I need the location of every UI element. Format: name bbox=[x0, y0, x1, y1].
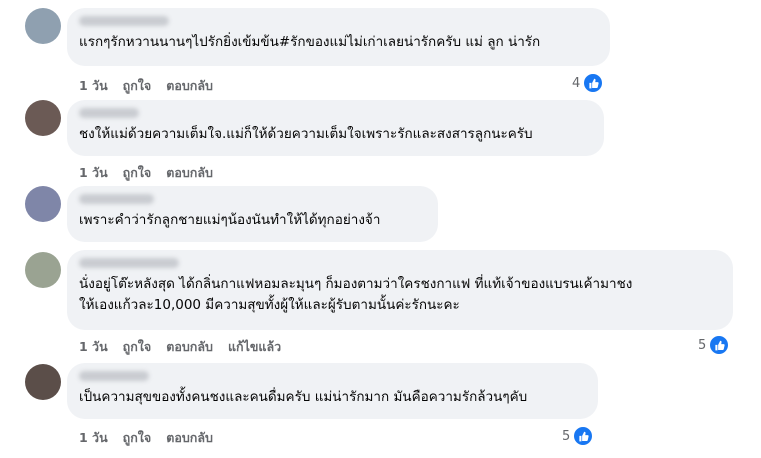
timestamp-link[interactable]: 1 วัน bbox=[79, 428, 108, 448]
avatar[interactable] bbox=[25, 100, 61, 136]
avatar[interactable] bbox=[25, 364, 61, 400]
edited-label: แก้ไขแล้ว bbox=[227, 339, 282, 354]
like-reaction-icon bbox=[582, 72, 605, 94]
author-name-blurred[interactable] bbox=[79, 371, 149, 381]
author-name-blurred[interactable] bbox=[79, 258, 179, 268]
like-link[interactable]: ถูกใจ bbox=[123, 337, 152, 357]
like-link[interactable]: ถูกใจ bbox=[123, 76, 152, 96]
comment-bubble: แรกๆรักหวานนานๆไปรักยิ่งเข้มข้น#รักของแม… bbox=[67, 8, 610, 66]
like-reaction-icon bbox=[708, 334, 731, 356]
timestamp-link[interactable]: 1 วัน bbox=[79, 76, 108, 96]
reaction-count: 5 bbox=[562, 428, 571, 444]
comment-bubble: ชงให้แม่ด้วยความเต็มใจ.แม่ก็ให้ด้วยความเ… bbox=[67, 100, 604, 156]
comment-actions: 1 วัน ถูกใจ ตอบกลับ bbox=[79, 76, 228, 96]
reaction-count: 4 bbox=[572, 75, 581, 91]
reaction-summary[interactable]: 5 bbox=[698, 334, 731, 356]
comment-text: เป็นความสุขของทั้งคนชงและคนดื่มครับ แม่น… bbox=[79, 389, 528, 405]
comment-bubble: นั่งอยู่โต๊ะหลังสุด ได้กลิ่นกาแฟหอมละมุน… bbox=[67, 250, 733, 330]
comment-text: แรกๆรักหวานนานๆไปรักยิ่งเข้มข้น#รักของแม… bbox=[79, 34, 541, 50]
reaction-summary[interactable]: 5 bbox=[562, 425, 595, 447]
timestamp-link[interactable]: 1 วัน bbox=[79, 163, 108, 183]
avatar[interactable] bbox=[25, 186, 61, 222]
comment-actions: 1 วัน ถูกใจ ตอบกลับ bbox=[79, 163, 228, 183]
comment-bubble: เป็นความสุขของทั้งคนชงและคนดื่มครับ แม่น… bbox=[67, 363, 598, 419]
author-name-blurred[interactable] bbox=[79, 108, 139, 118]
author-name-blurred[interactable] bbox=[79, 16, 169, 26]
comment-bubble: เพราะคำว่ารักลูกชายแม่ๆน้องนันทำให้ได้ทุ… bbox=[67, 186, 438, 242]
like-link[interactable]: ถูกใจ bbox=[123, 163, 152, 183]
comment-actions: 1 วัน ถูกใจ ตอบกลับ แก้ไขแล้ว bbox=[79, 337, 296, 357]
reply-link[interactable]: ตอบกลับ bbox=[166, 337, 213, 357]
comment-actions: 1 วัน ถูกใจ ตอบกลับ bbox=[79, 428, 228, 448]
avatar[interactable] bbox=[25, 252, 61, 288]
reply-link[interactable]: ตอบกลับ bbox=[166, 428, 213, 448]
like-reaction-icon bbox=[572, 425, 595, 447]
avatar[interactable] bbox=[25, 8, 61, 44]
reply-link[interactable]: ตอบกลับ bbox=[166, 163, 213, 183]
comment-text: ชงให้แม่ด้วยความเต็มใจ.แม่ก็ให้ด้วยความเ… bbox=[79, 126, 533, 142]
like-link[interactable]: ถูกใจ bbox=[123, 428, 152, 448]
reply-link[interactable]: ตอบกลับ bbox=[166, 76, 213, 96]
reaction-summary[interactable]: 4 bbox=[572, 72, 605, 94]
reaction-count: 5 bbox=[698, 337, 707, 353]
timestamp-link[interactable]: 1 วัน bbox=[79, 337, 108, 357]
comment-text: นั่งอยู่โต๊ะหลังสุด ได้กลิ่นกาแฟหอมละมุน… bbox=[79, 276, 633, 313]
author-name-blurred[interactable] bbox=[79, 194, 154, 204]
comment-text: เพราะคำว่ารักลูกชายแม่ๆน้องนันทำให้ได้ทุ… bbox=[79, 212, 381, 228]
